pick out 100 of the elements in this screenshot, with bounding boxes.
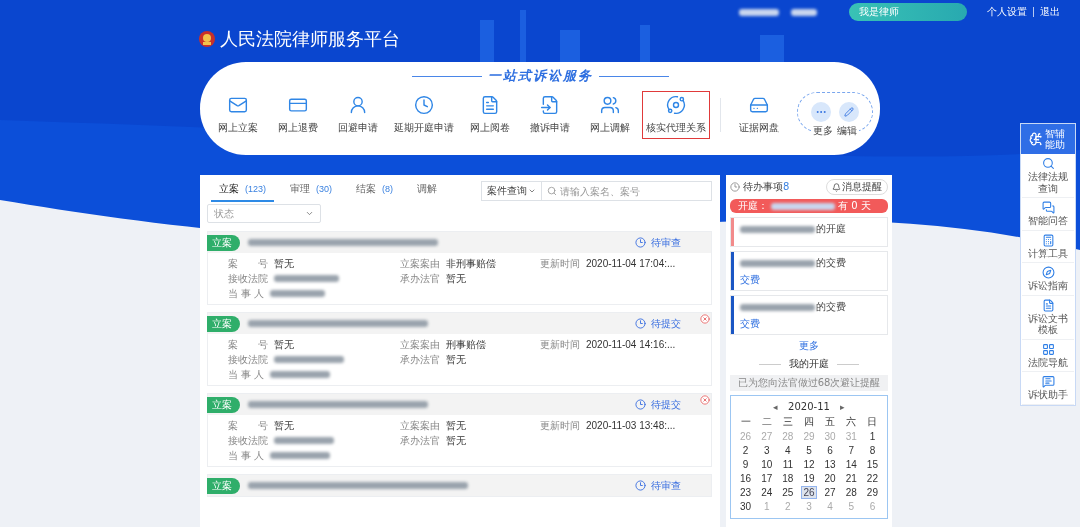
pay-link[interactable]: 交费 [740, 317, 846, 331]
clock-icon [635, 399, 646, 410]
calendar-day[interactable]: 9 [737, 458, 754, 471]
delete-icon[interactable] [700, 395, 710, 405]
todo-text: 的交费 [816, 256, 846, 270]
search-icon [547, 186, 557, 196]
next-month-button[interactable]: ▸ [839, 401, 845, 412]
top-link[interactable]: 个人设置 [987, 5, 1027, 19]
field-value: 2020-11-04 14:16:... [586, 339, 676, 350]
assistant-item[interactable]: 智能问答 [1022, 198, 1074, 231]
delete-icon[interactable] [700, 314, 710, 324]
calendar-day[interactable]: 28 [843, 486, 860, 499]
service-button[interactable]: 核实代理关系 [641, 91, 710, 139]
case-tag: 立案 [207, 315, 240, 332]
edit-button[interactable] [838, 102, 859, 122]
more-link[interactable]: 更多 [799, 339, 819, 353]
todo-text: 的交费 [816, 300, 846, 314]
calendar-day[interactable]: 21 [843, 472, 860, 485]
todo-title: 待办事项8 [743, 180, 790, 194]
redacted-text [270, 452, 331, 459]
top-link[interactable]: 退出 [1040, 5, 1060, 19]
field-value: 暂无 [274, 418, 294, 433]
calendar-day[interactable]: 18 [779, 472, 796, 485]
todo-item[interactable]: 的交费 交费 [730, 251, 888, 291]
scope-dropdown[interactable]: 案件查询 [481, 181, 542, 201]
pencil-icon [843, 107, 854, 117]
calendar-day[interactable]: 13 [822, 458, 839, 471]
calendar-month: 2020-11 [788, 401, 830, 412]
calendar-day[interactable]: 16 [737, 472, 754, 485]
todo-item[interactable]: 的开庭 [730, 217, 888, 247]
calendar-day[interactable]: 3 [758, 444, 775, 457]
case-tab[interactable]: 结案 (8) [348, 180, 402, 202]
calendar-day[interactable]: 12 [801, 458, 817, 471]
calendar-day[interactable]: 23 [737, 486, 754, 499]
case-tab[interactable]: 立案 (123) [211, 180, 274, 202]
case-tab[interactable]: 调解 [409, 180, 446, 202]
calendar-day[interactable]: 25 [779, 486, 796, 499]
case-tab[interactable]: 审理 (30) [282, 180, 341, 202]
message-icon [1041, 375, 1055, 388]
prev-month-button[interactable]: ◂ [773, 401, 779, 412]
field-value: 暂无 [446, 433, 466, 448]
case-tag: 立案 [207, 477, 240, 494]
calendar-day[interactable]: 15 [864, 458, 881, 471]
todo-item[interactable]: 的交费 交费 [730, 295, 888, 335]
service-button[interactable]: 网上立案 [209, 91, 266, 139]
weekday-label: 日 [867, 415, 878, 429]
hearings-title: 我的开庭 [789, 357, 829, 371]
service-button[interactable]: 网上退费 [269, 91, 326, 139]
calendar-day[interactable]: 22 [864, 472, 881, 485]
calendar-day[interactable]: 30 [737, 500, 754, 513]
assistant-item[interactable]: 法律法规查询 [1022, 154, 1074, 198]
case-card[interactable]: 立案 待审查 [207, 474, 712, 497]
calendar-day[interactable]: 27 [822, 486, 839, 499]
calendar-day[interactable]: 20 [822, 472, 839, 485]
calendar-day[interactable]: 11 [779, 458, 796, 471]
reminder-button[interactable]: 消息提醒 [826, 179, 888, 195]
calendar-day[interactable]: 2 [737, 444, 754, 457]
assistant-item[interactable]: 诉讼指南 [1022, 263, 1074, 296]
calendar-day[interactable]: 24 [758, 486, 775, 499]
pay-link[interactable]: 交费 [740, 273, 846, 287]
calendar-day[interactable]: 14 [843, 458, 860, 471]
case-card[interactable]: 立案 待提交 案 号 暂无 立案案由 刑事赔偿 更新时间 2020-11-04 14:16:... 接收法院 承办法官 暂无 当 事 人 [207, 312, 712, 386]
assistant-item[interactable]: 法院导航 [1022, 339, 1074, 372]
calendar-day[interactable]: 6 [822, 444, 839, 457]
calendar-day[interactable]: 1 [864, 430, 881, 443]
calendar-day[interactable]: 29 [864, 486, 881, 499]
service-button[interactable]: 网上阅卷 [461, 91, 518, 139]
assistant-item[interactable]: 诉讼文书模板 [1022, 295, 1074, 340]
calendar-day[interactable]: 5 [801, 444, 817, 457]
service-button[interactable]: 网上调解 [581, 91, 638, 139]
field-label: 案 号 [228, 418, 268, 433]
more-button[interactable] [810, 102, 831, 122]
field-value: 2020-11-03 13:48:... [586, 420, 676, 431]
calendar-day[interactable]: 8 [864, 444, 881, 457]
redacted-text [274, 437, 334, 444]
service-button[interactable]: 回避申请 [329, 91, 386, 139]
service-button[interactable]: 延期开庭申请 [389, 91, 458, 139]
weekday-label: 五 [825, 415, 836, 429]
case-card[interactable]: 立案 待审查 案 号 暂无 立案案由 非刑事赔偿 更新时间 2020-11-04 17:04:... 接收法院 承办法官 暂无 当 事 人 [207, 231, 712, 305]
calendar-day[interactable]: 19 [801, 472, 817, 485]
case-status: 待提交 [635, 397, 681, 412]
assistant-item[interactable]: 诉状助手 [1022, 372, 1074, 405]
envelope-icon [227, 95, 248, 115]
weekday-label: 三 [782, 415, 793, 429]
service-button[interactable]: 撤诉申请 [521, 91, 578, 139]
calendar-day[interactable]: 17 [758, 472, 775, 485]
calendar-day[interactable]: 10 [758, 458, 775, 471]
search-field[interactable]: 请输入案名、案号 [542, 181, 712, 201]
redacted-text [274, 275, 339, 282]
caret-icon [528, 187, 536, 195]
field-value: 暂无 [274, 337, 294, 352]
case-card[interactable]: 立案 待提交 案 号 暂无 立案案由 暂无 更新时间 2020-11-03 13:48:... 接收法院 承办法官 暂无 当 事 人 [207, 393, 712, 467]
calendar-day[interactable]: 7 [843, 444, 860, 457]
calendar-day[interactable]: 26 [801, 486, 817, 499]
service-button[interactable]: 证据网盘 [730, 91, 787, 139]
calendar-day[interactable]: 4 [779, 444, 796, 457]
case-status: 待审查 [635, 235, 681, 250]
field-label: 承办法官 [400, 433, 440, 448]
assistant-item[interactable]: 计算工具 [1022, 230, 1074, 263]
field-label: 承办法官 [400, 271, 440, 286]
